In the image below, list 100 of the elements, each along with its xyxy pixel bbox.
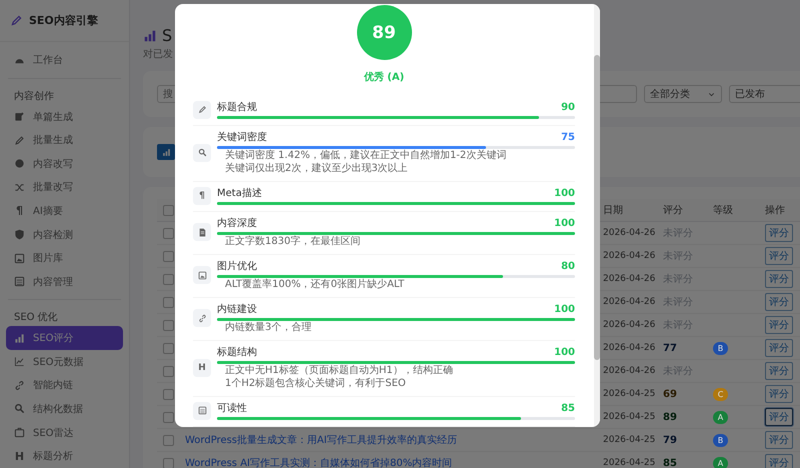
score-button[interactable]: 评分 [765, 385, 793, 403]
date-cell-text: 2026-04-26 [603, 251, 656, 261]
app-logo-text: SEO内容引擎 [29, 13, 98, 28]
score-cell-text: 69 [663, 388, 678, 400]
grade-badge: B [713, 434, 728, 446]
row-checkbox[interactable] [163, 274, 174, 284]
column-header: 等级 [713, 204, 734, 217]
page-subtitle: 对已发 [143, 48, 174, 61]
scrollbar-thumb[interactable] [594, 55, 600, 360]
sidebar-item[interactable]: 单篇生成 [6, 104, 123, 128]
score-button[interactable]: 评分 [765, 316, 793, 334]
row-checkbox[interactable] [163, 366, 174, 376]
score-cell-text: 89 [663, 412, 678, 422]
sidebar-item[interactable]: SEO雷达 [6, 420, 123, 444]
row-checkbox[interactable] [163, 228, 174, 238]
date-cell-text: 2026-04-26 [603, 297, 656, 307]
score-button[interactable]: 评分 [765, 247, 793, 265]
link-icon [14, 380, 25, 391]
image-icon [14, 252, 25, 264]
category-select[interactable]: 全部分类 [644, 85, 722, 103]
grade-badge: A [713, 456, 728, 468]
grade-badge: A [713, 410, 728, 424]
score-button[interactable]: 评分 [765, 454, 793, 468]
document-pen-icon [14, 111, 25, 122]
check-name: 关键词密度 [217, 130, 267, 144]
score-button[interactable]: 评分 [765, 293, 793, 311]
link-icon [193, 309, 211, 327]
score-button[interactable]: 评分 [765, 339, 793, 357]
glyph-icon: H [14, 450, 25, 463]
date-cell-text: 2026-04-26 [603, 366, 656, 376]
score-button[interactable]: 评分 [765, 431, 793, 449]
date-cell-text: 2026-04-25 [603, 435, 656, 445]
row-checkbox[interactable] [163, 458, 174, 468]
check-note: 关键词仅出现2次，建议至少出现3次以上 [224, 162, 409, 175]
sidebar-item[interactable]: 图片库 [6, 246, 123, 270]
sidebar-item[interactable]: 批量改写 [6, 176, 123, 200]
row-checkbox[interactable] [163, 412, 174, 422]
line-chart-icon [14, 356, 25, 368]
status-select[interactable]: 已发布 [729, 85, 800, 103]
score-circle: 89 [356, 5, 412, 60]
date-cell-text: 2026-04-26 [603, 343, 656, 353]
check-score: 75 [561, 132, 575, 142]
row-checkbox[interactable] [163, 320, 174, 330]
date-cell-text: 2026-04-25 [603, 458, 656, 468]
box-icon [14, 427, 25, 438]
row-checkbox[interactable] [163, 342, 174, 354]
sidebar-item[interactable]: SEO评分 [6, 326, 123, 350]
glyph-icon: H [193, 358, 211, 376]
check-name: 内链建设 [217, 302, 257, 316]
score-button[interactable]: 评分 [765, 270, 793, 288]
page-title: S [162, 26, 172, 45]
date-cell-text: 2026-04-26 [603, 320, 656, 330]
date-cell-text: 2026-04-25 [603, 389, 656, 399]
sidebar-item[interactable]: 内容管理 [6, 270, 123, 294]
score-button[interactable]: 评分 [765, 408, 793, 426]
check-name: 标题结构 [217, 346, 257, 359]
grade-badge: C [713, 388, 728, 400]
sidebar-item[interactable]: 工作台 [6, 48, 123, 72]
sidebar-item[interactable]: SEO元数据 [6, 350, 123, 374]
check-name: 标题合规 [217, 100, 257, 114]
check-note: 正文字数1830字，在最佳区间 [224, 235, 362, 248]
check-note: 正文中无H1标签（页面标题自动为H1），结构正确 [224, 364, 454, 377]
bar-chart-icon [14, 332, 25, 344]
check-score: 100 [554, 188, 575, 198]
chart-button[interactable] [157, 144, 175, 160]
article-title-link[interactable]: WordPress AI写作工具实测：自媒体如何省掉80%内容时间 [185, 456, 603, 468]
row-checkbox[interactable] [163, 388, 174, 400]
check-note: ALT覆盖率100%，还有0张图片缺少ALT [224, 278, 406, 291]
check-note: 关键词密度 1.42%，偏低，建议在正文中自然增加1-2次关键词 [224, 149, 508, 162]
column-header: 评分 [663, 204, 684, 217]
bar-chart-icon [143, 28, 157, 42]
article-title-link[interactable]: WordPress批量生成文章：用AI写作工具提升效率的真实经历 [185, 433, 603, 447]
sidebar-item[interactable]: ¶ AI摘要 [6, 199, 123, 223]
row-checkbox[interactable] [163, 250, 174, 262]
row-checkbox[interactable] [163, 296, 174, 308]
shuffle-icon [14, 182, 25, 193]
document-icon [193, 223, 211, 241]
sidebar-item[interactable]: 智能内链 [6, 374, 123, 398]
score-button[interactable]: 评分 [765, 362, 793, 380]
palette-icon [14, 158, 25, 170]
shield-icon [14, 229, 25, 240]
scrollbar[interactable] [594, 4, 600, 427]
sidebar-item[interactable]: H 标题分析 [6, 444, 123, 468]
check-name: 内容深度 [217, 216, 257, 230]
sidebar-item[interactable]: 内容改写 [6, 152, 123, 176]
pencil-logo-icon [10, 14, 23, 28]
score-cell-text: 79 [663, 434, 678, 446]
list-icon [193, 402, 211, 420]
sidebar-item[interactable]: 批量生成 [6, 128, 123, 152]
glyph-icon: ¶ [14, 204, 25, 218]
sidebar-item[interactable]: 内容检测 [6, 222, 123, 246]
row-checkbox[interactable] [163, 434, 174, 446]
check-note: 内链数量3个，合理 [224, 321, 312, 334]
select-all-checkbox[interactable] [163, 204, 174, 216]
image-icon [193, 266, 211, 284]
list-icon [14, 276, 25, 288]
search-icon [193, 144, 211, 162]
sidebar-item[interactable]: 结构化数据 [6, 397, 123, 421]
check-note: 1个H2标题包含核心关键词，有利于SEO [224, 377, 407, 390]
score-button[interactable]: 评分 [765, 224, 793, 242]
